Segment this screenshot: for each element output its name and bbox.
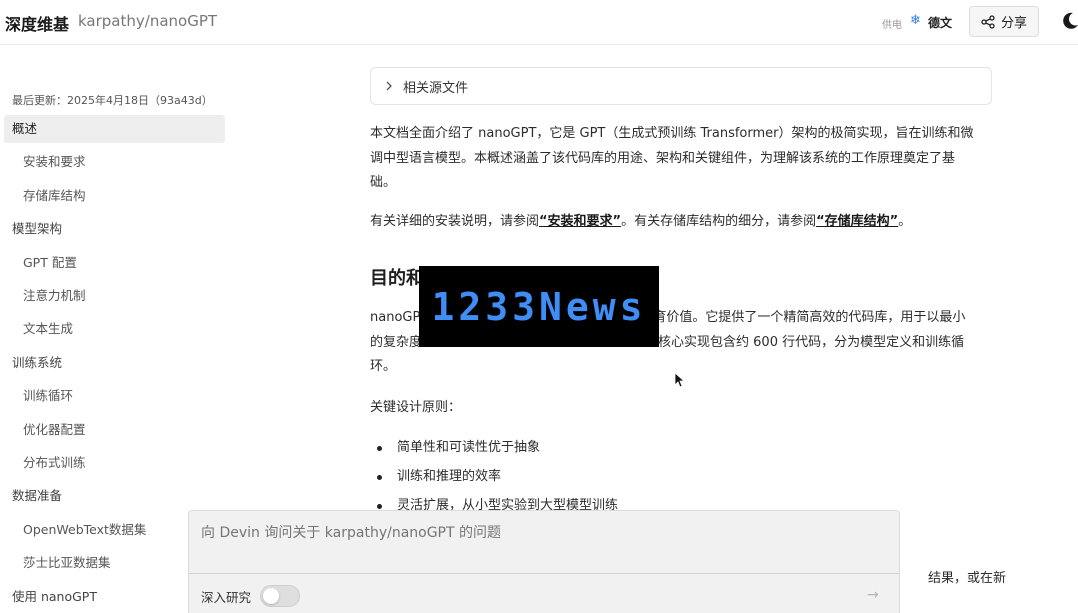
sidebar-item[interactable]: 分布式训练 xyxy=(4,449,225,477)
moon-icon[interactable] xyxy=(1060,11,1078,31)
reference-paragraph: 有关详细的安装说明，请参阅“安装和要求”。有关存储库结构的细分，请参阅“存储库结… xyxy=(370,214,912,229)
repo-structure-link[interactable]: “存储库结构” xyxy=(816,214,898,229)
related-sources-toggle[interactable]: 相关源文件 xyxy=(370,67,992,105)
sidebar-item[interactable]: 优化器配置 xyxy=(4,416,225,444)
ask-devin-panel: 深入研究 → xyxy=(188,510,900,613)
repo-name[interactable]: karpathy/nanoGPT xyxy=(78,12,217,30)
devin-logo-icon[interactable]: ❄ xyxy=(910,13,921,28)
sidebar-item[interactable]: 训练循环 xyxy=(4,382,225,410)
list-item: 训练和推理的效率 xyxy=(376,465,618,494)
sidebar-item[interactable]: 安装和要求 xyxy=(4,148,225,176)
sidebar-item[interactable]: 训练系统 xyxy=(4,349,225,377)
send-arrow-icon[interactable]: → xyxy=(867,587,879,603)
sidebar-item[interactable]: 概述 xyxy=(4,115,225,143)
divider xyxy=(189,573,899,574)
ask-devin-input[interactable] xyxy=(201,525,881,541)
principles-label: 关键设计原则： xyxy=(370,400,462,415)
deep-research-label: 深入研究 xyxy=(201,590,252,605)
mouse-cursor-icon xyxy=(674,372,684,388)
sidebar-item[interactable]: 注意力机制 xyxy=(4,282,225,310)
sidebar-item[interactable]: 文本生成 xyxy=(4,315,225,343)
deep-research-toggle[interactable] xyxy=(260,585,300,607)
sidebar-item[interactable]: 模型架构 xyxy=(4,215,225,243)
list-item: 简单性和可读性优于抽象 xyxy=(376,436,618,465)
powered-by-brand[interactable]: 德文 xyxy=(928,14,952,31)
site-brand[interactable]: 深度维基 xyxy=(5,11,69,35)
top-header: 深度维基 karpathy/nanoGPT 供电 ❄ 德文 分享 xyxy=(0,0,1078,45)
toggle-knob xyxy=(263,588,279,604)
install-link[interactable]: “安装和要求” xyxy=(539,214,621,229)
last-updated: 最后更新：2025年4月18日（93a43d） xyxy=(12,94,213,107)
section-heading: 目的和 xyxy=(370,268,424,289)
truncated-text: 结果，或在新 xyxy=(928,571,1007,586)
share-label: 分享 xyxy=(1000,16,1027,31)
related-sources-label: 相关源文件 xyxy=(403,80,469,96)
chevron-right-icon xyxy=(386,81,392,91)
powered-by-label: 供电 xyxy=(882,20,902,31)
share-button[interactable]: 分享 xyxy=(969,6,1039,37)
sidebar-item[interactable]: GPT 配置 xyxy=(4,249,225,277)
share-icon xyxy=(981,14,995,29)
sidebar-item[interactable]: 存储库结构 xyxy=(4,182,225,210)
intro-paragraph: 本文档全面介绍了 nanoGPT，它是 GPT（生成式预训练 Transform… xyxy=(370,126,974,190)
sidebar-item[interactable]: 数据准备 xyxy=(4,482,225,510)
watermark-logo: 1233News xyxy=(419,266,659,347)
